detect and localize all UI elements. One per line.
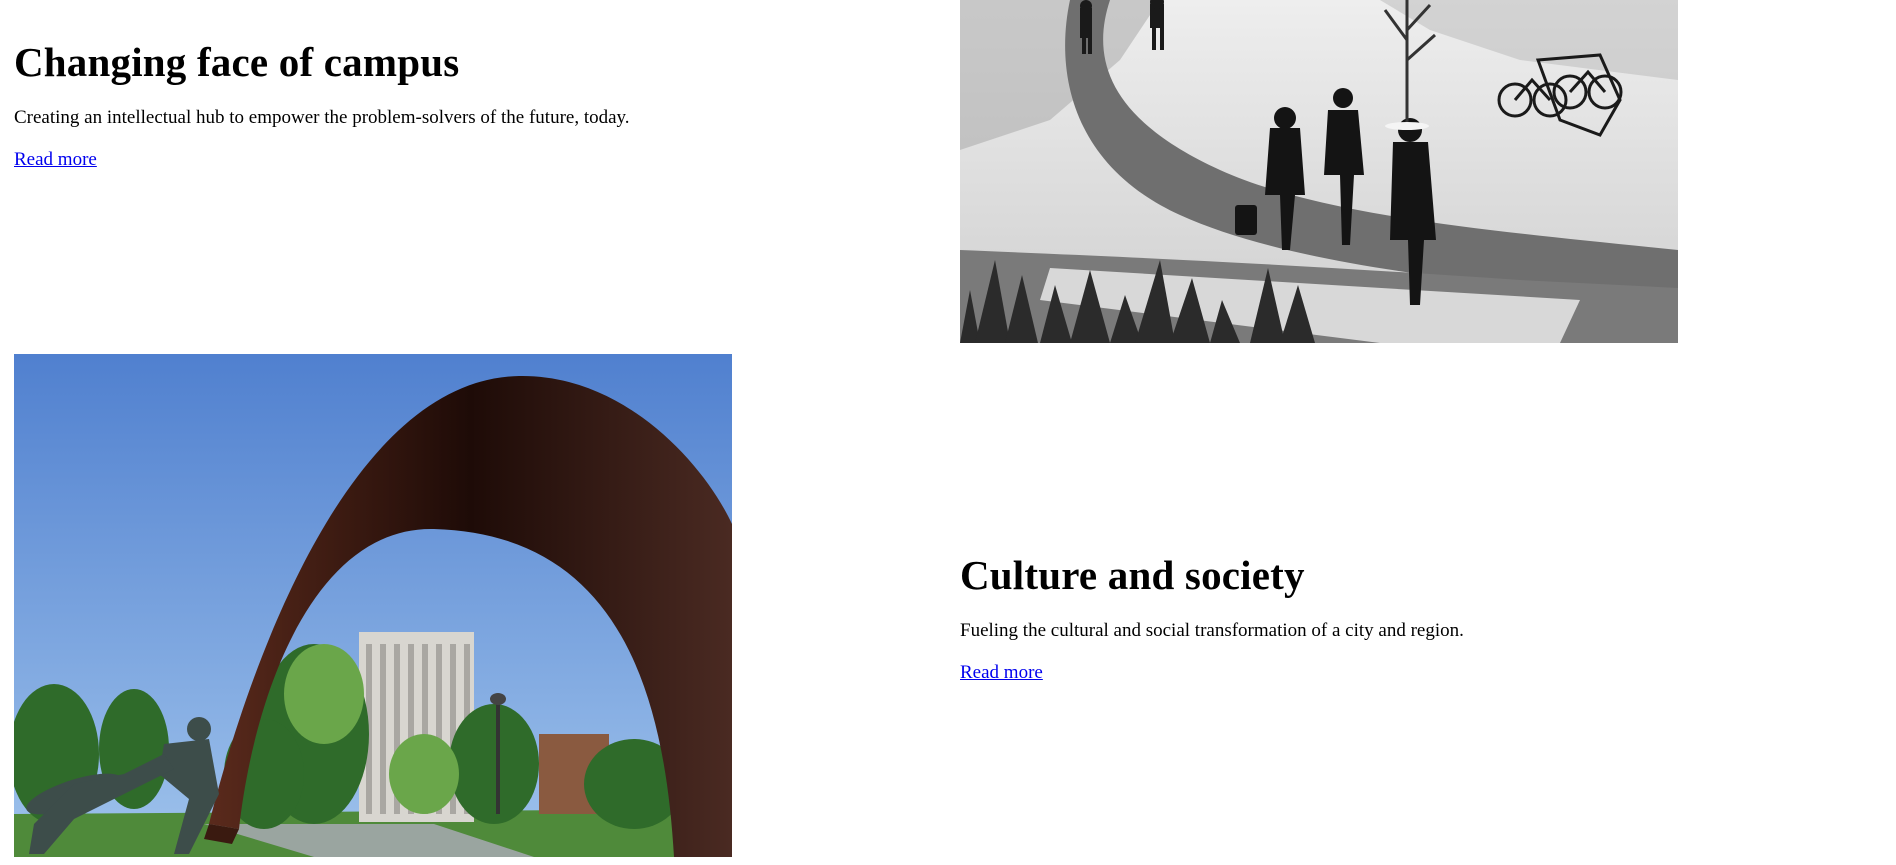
story-description: Creating an intellectual hub to empower …	[14, 107, 630, 128]
read-more-link[interactable]: Read more	[14, 148, 97, 172]
story-culture-and-society: Culture and society Fueling the cultural…	[960, 545, 1720, 685]
sculpture-arch-photo	[14, 354, 732, 857]
page: Changing face of campus Creating an inte…	[0, 0, 1896, 865]
story-description: Fueling the cultural and social transfor…	[960, 620, 1464, 641]
campus-winter-photo	[960, 0, 1678, 343]
story-changing-face-of-campus: Changing face of campus Creating an inte…	[14, 32, 774, 172]
story-heading: Changing face of campus	[14, 39, 460, 85]
read-more-link[interactable]: Read more	[960, 661, 1043, 685]
story-heading: Culture and society	[960, 552, 1305, 598]
